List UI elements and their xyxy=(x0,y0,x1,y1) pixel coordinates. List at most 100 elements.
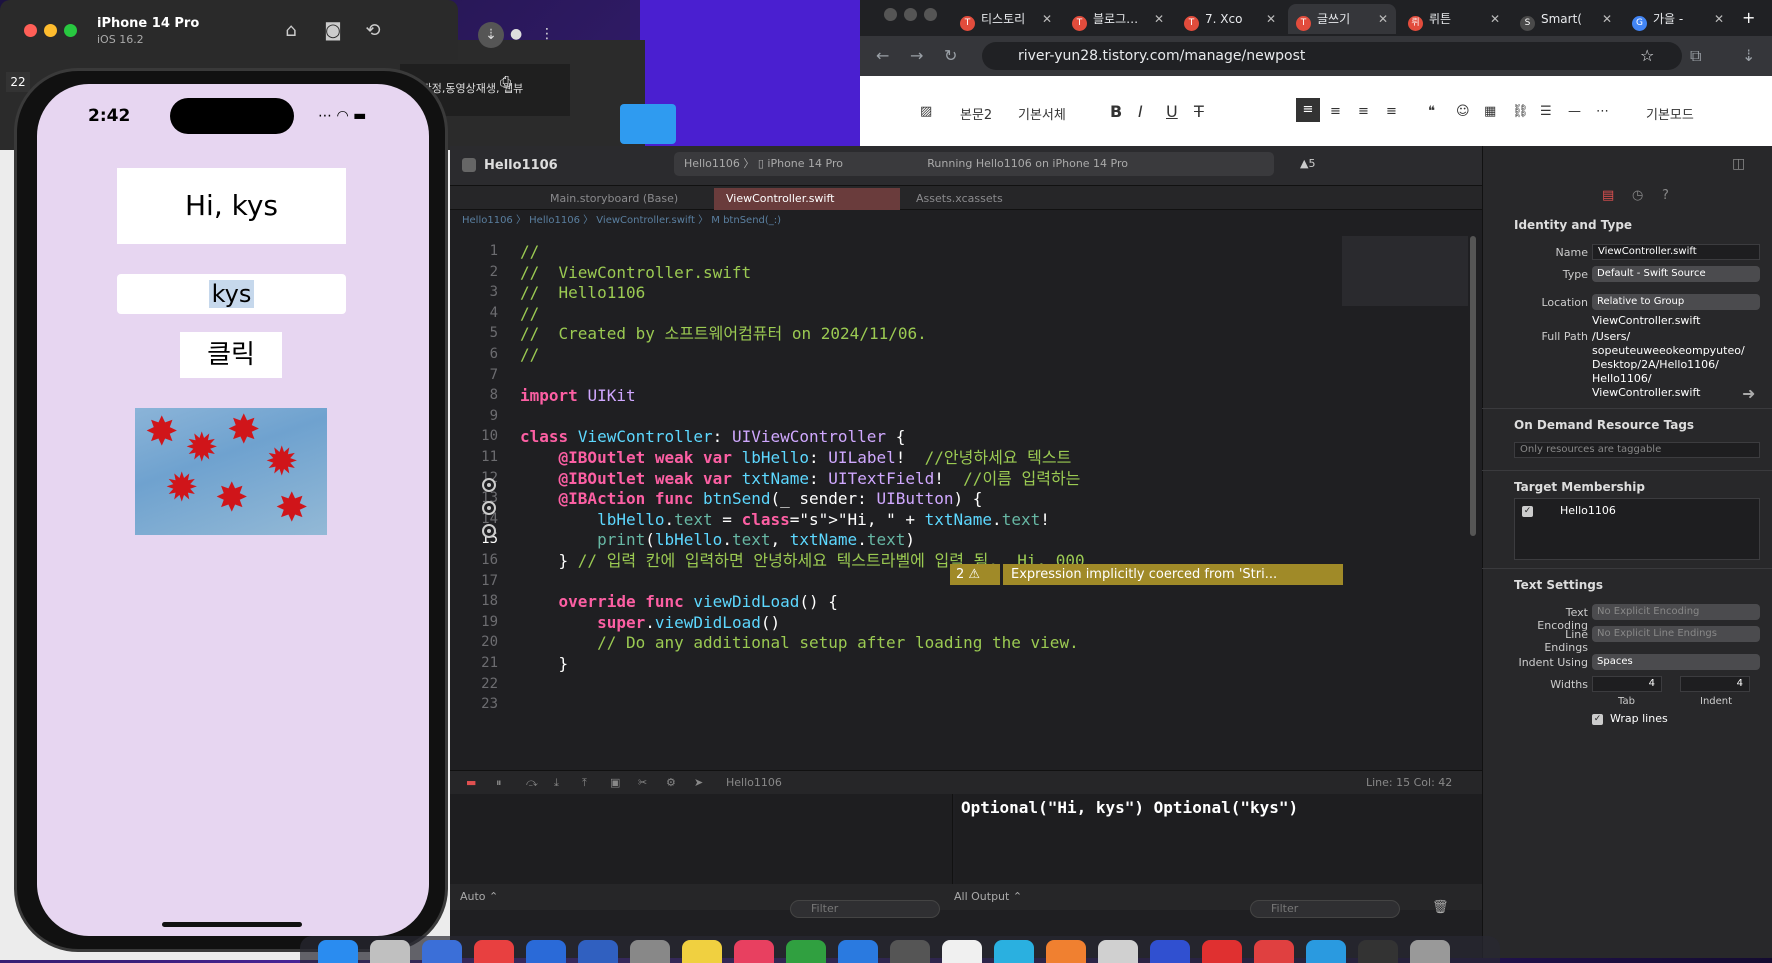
memory-graph-icon[interactable]: ✂ xyxy=(638,771,647,795)
close-window-button[interactable] xyxy=(24,24,37,37)
editor-scrollbar[interactable] xyxy=(1470,236,1476,536)
tab-main-storyboard[interactable]: Main.storyboard (Base) xyxy=(538,188,690,210)
folder-icon[interactable] xyxy=(620,104,676,144)
extensions-icon[interactable]: ⧉ xyxy=(1690,46,1701,66)
outlet-connection-icon[interactable] xyxy=(482,501,496,515)
indent-width-field[interactable]: 4 xyxy=(1680,676,1750,692)
dock-app-icon[interactable] xyxy=(1358,940,1398,963)
tab-close-icon[interactable]: ✕ xyxy=(1042,4,1052,34)
warning-badge[interactable]: 2 ⚠ xyxy=(950,564,1000,585)
home-indicator[interactable] xyxy=(162,922,302,927)
inspector-toggle-icon[interactable]: ◫ xyxy=(1732,156,1745,172)
code-minimap[interactable] xyxy=(1342,236,1468,306)
dock-app-icon[interactable] xyxy=(786,940,826,963)
step-out-icon[interactable]: ⤒ xyxy=(582,771,587,795)
zoom-window-button[interactable] xyxy=(64,24,77,37)
image-icon[interactable]: ▨ xyxy=(920,104,932,119)
screenshot-icon[interactable]: ◙ xyxy=(320,18,346,44)
scheme-selector[interactable]: Hello1106 〉 ▯ iPhone 14 Pro Running Hell… xyxy=(674,152,1274,176)
sidebar-toggle-icon[interactable] xyxy=(462,158,476,172)
tab-width-field[interactable]: 4 xyxy=(1592,676,1662,692)
browser-zoom-button[interactable] xyxy=(924,8,937,21)
more-options-icon[interactable]: ⋯ xyxy=(1596,104,1609,119)
home-icon[interactable]: ⌂ xyxy=(278,18,304,44)
url-field[interactable]: river-yun28.tistory.com/manage/newpost xyxy=(982,42,1682,70)
view-hierarchy-icon[interactable]: ▣ xyxy=(610,771,620,795)
tab-close-icon[interactable]: ✕ xyxy=(1154,4,1164,34)
bold-icon[interactable]: B xyxy=(1110,102,1122,121)
breakpoints-icon[interactable]: ▬ xyxy=(466,771,476,795)
paragraph-select[interactable]: 본문2 xyxy=(960,104,992,123)
warning-message[interactable]: Expression implicitly coerced from 'Stri… xyxy=(1003,564,1343,585)
name-text-field[interactable]: kys xyxy=(117,274,346,314)
vars-scope-select[interactable]: Auto ⌃ xyxy=(460,884,498,910)
send-button[interactable]: 클릭 xyxy=(180,332,282,378)
dock-app-icon[interactable] xyxy=(890,940,930,963)
dock-app-icon[interactable] xyxy=(422,940,462,963)
dock-app-icon[interactable] xyxy=(578,940,618,963)
browser-tab[interactable]: T 블로그… ✕ xyxy=(1064,4,1172,34)
align-right-icon[interactable]: ≡ xyxy=(1358,104,1369,119)
dock-app-icon[interactable] xyxy=(838,940,878,963)
trash-icon[interactable]: 🗑 xyxy=(1432,900,1449,915)
dock-app-icon[interactable] xyxy=(1098,940,1138,963)
underline-icon[interactable]: U xyxy=(1166,102,1178,121)
align-left-icon[interactable]: ≡ xyxy=(1296,98,1320,122)
vars-filter-field[interactable]: Filter xyxy=(790,900,940,918)
minimize-window-button[interactable] xyxy=(44,24,57,37)
output-scope-select[interactable]: All Output ⌃ xyxy=(954,884,1022,910)
print-icon[interactable]: ⎙ xyxy=(500,74,511,90)
browser-tab[interactable]: 뤼 뤼튼 ✕ xyxy=(1400,4,1508,34)
divider-icon[interactable]: — xyxy=(1568,104,1581,119)
new-tab-icon[interactable]: + xyxy=(1742,8,1755,27)
dock-app-icon[interactable] xyxy=(318,940,358,963)
tab-viewcontroller[interactable]: ViewController.swift xyxy=(714,188,900,210)
console-filter-field[interactable]: Filter xyxy=(1250,900,1400,918)
dock-app-icon[interactable] xyxy=(370,940,410,963)
dock-app-icon[interactable] xyxy=(1046,940,1086,963)
dock-app-icon[interactable] xyxy=(994,940,1034,963)
location-select[interactable]: Relative to Group xyxy=(1592,294,1760,310)
forward-icon[interactable]: → xyxy=(910,46,923,65)
jump-bar[interactable]: Hello1106 〉 Hello1106 〉 ViewController.s… xyxy=(450,210,1518,232)
wrap-lines-checkbox[interactable]: ✓ xyxy=(1592,714,1603,725)
dock-app-icon[interactable] xyxy=(1202,940,1242,963)
location-icon[interactable]: ➤ xyxy=(694,771,703,795)
indent-using-select[interactable]: Spaces xyxy=(1592,654,1760,670)
pause-icon[interactable]: ⏸ xyxy=(496,771,502,795)
endings-select[interactable]: No Explicit Line Endings xyxy=(1592,626,1760,642)
browser-tab[interactable]: T 글쓰기 ✕ xyxy=(1288,4,1396,34)
browser-tab[interactable]: G 가을 - ✕ xyxy=(1624,4,1732,34)
reload-icon[interactable]: ↻ xyxy=(944,46,957,65)
step-over-icon[interactable]: ⤼ xyxy=(526,771,538,795)
warning-count-badge[interactable]: ▲5 xyxy=(1300,157,1315,170)
variables-view[interactable] xyxy=(450,794,953,884)
console-output[interactable]: Optional("Hi, kys") Optional("kys") xyxy=(955,794,1482,884)
dock-app-icon[interactable] xyxy=(1254,940,1294,963)
step-in-icon[interactable]: ⤓ xyxy=(554,771,559,795)
dock-app-icon[interactable] xyxy=(682,940,722,963)
profile-icon[interactable]: ● xyxy=(510,26,522,42)
encoding-select[interactable]: No Explicit Encoding xyxy=(1592,604,1760,620)
tab-close-icon[interactable]: ✕ xyxy=(1602,4,1612,34)
tab-close-icon[interactable]: ✕ xyxy=(1266,4,1276,34)
browser-tab[interactable]: S Smart(✕ xyxy=(1512,4,1620,34)
download-icon[interactable]: ⇣ xyxy=(1742,46,1755,65)
dock-app-icon[interactable] xyxy=(474,940,514,963)
browser-tab[interactable]: T 7. Xco ✕ xyxy=(1176,4,1284,34)
rotate-icon[interactable]: ⟲ xyxy=(360,18,386,44)
dock-app-icon[interactable] xyxy=(1306,940,1346,963)
list-icon[interactable]: ☰ xyxy=(1540,104,1552,119)
action-connection-icon[interactable] xyxy=(482,524,496,538)
environment-icon[interactable]: ⚙ xyxy=(666,771,676,795)
dock-app-icon[interactable] xyxy=(942,940,982,963)
tab-close-icon[interactable]: ✕ xyxy=(1378,4,1388,34)
emoji-icon[interactable]: ☺ xyxy=(1456,104,1470,119)
type-select[interactable]: Default - Swift Source xyxy=(1592,266,1760,282)
tab-assets[interactable]: Assets.xcassets xyxy=(904,188,1015,210)
odr-tags-field[interactable]: Only resources are taggable xyxy=(1514,442,1760,458)
tab-close-icon[interactable]: ✕ xyxy=(1490,4,1500,34)
bookmark-star-icon[interactable]: ☆ xyxy=(1640,46,1654,65)
dock-app-icon[interactable] xyxy=(526,940,566,963)
quote-icon[interactable]: ❝ xyxy=(1428,104,1435,119)
